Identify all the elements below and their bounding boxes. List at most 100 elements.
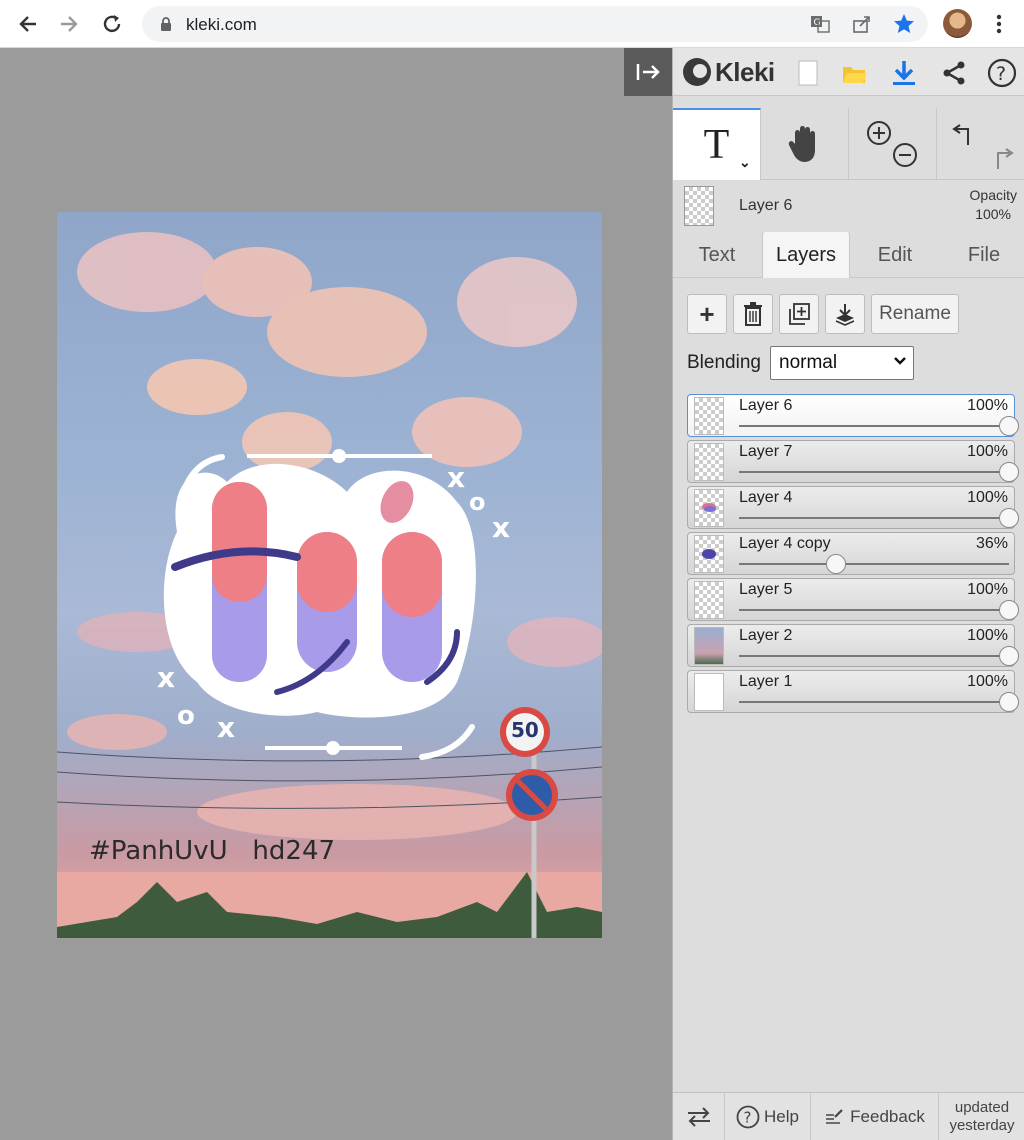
layer-name: Layer 6 — [739, 397, 793, 414]
blending-label: Blending — [687, 352, 761, 373]
plus-icon: + — [699, 298, 715, 329]
layer-item[interactable]: Layer 4 100% — [687, 486, 1019, 529]
address-bar[interactable]: kleki.com G — [142, 6, 928, 42]
tool-row: T ⌄ — [673, 108, 1024, 180]
layer-name: Layer 2 — [739, 627, 793, 644]
opacity-slider-track[interactable] — [739, 425, 1009, 427]
opacity-label: Opacity — [969, 187, 1017, 203]
svg-text:x: x — [157, 661, 175, 694]
opacity-slider-handle[interactable] — [999, 692, 1019, 712]
reload-icon[interactable] — [96, 8, 128, 40]
svg-text:?: ? — [744, 1109, 752, 1127]
svg-text:o: o — [469, 488, 486, 516]
canvas-workspace[interactable]: x o x x o x 50 #PanhUvU hd247 — [0, 48, 672, 1140]
panel-header: Kleki ? — [673, 48, 1024, 96]
layer-item[interactable]: Layer 5 100% — [687, 578, 1019, 621]
layer-name: Layer 5 — [739, 581, 793, 598]
svg-text:x: x — [447, 461, 465, 494]
bookmark-star-icon[interactable] — [892, 12, 916, 36]
new-image-icon[interactable] — [791, 56, 825, 90]
blending-row: Blending normal — [687, 346, 914, 380]
opacity-slider-track[interactable] — [739, 517, 1009, 519]
help-circle-icon[interactable]: ? — [985, 56, 1019, 90]
translate-icon[interactable]: G — [808, 12, 832, 36]
opacity-slider-handle[interactable] — [999, 646, 1019, 666]
opacity-slider-handle[interactable] — [999, 416, 1019, 436]
current-layer-thumbnail — [684, 186, 714, 226]
merge-down-icon — [835, 304, 855, 326]
chevron-down-icon[interactable]: ⌄ — [739, 154, 751, 171]
feedback-button[interactable]: Feedback — [811, 1093, 939, 1140]
forward-arrow-icon[interactable] — [53, 8, 85, 40]
swap-side-icon[interactable] — [673, 1093, 725, 1140]
kleki-logo-icon — [683, 58, 711, 86]
text-tool-label: T — [703, 122, 730, 168]
profile-avatar[interactable] — [943, 9, 972, 38]
opacity-slider-handle[interactable] — [826, 554, 847, 574]
layer-opacity: 100% — [967, 443, 1008, 460]
opacity-slider-track[interactable] — [739, 563, 1009, 565]
hand-icon[interactable] — [761, 108, 849, 180]
chevron-down-icon — [893, 351, 907, 376]
layer-item[interactable]: Layer 1 100% — [687, 670, 1019, 713]
share-page-icon[interactable] — [850, 12, 874, 36]
layer-item[interactable]: Layer 2 100% — [687, 624, 1019, 667]
opacity-slider-track[interactable] — [739, 655, 1009, 657]
layer-name: Layer 4 — [739, 489, 793, 506]
tab-edit[interactable]: Edit — [851, 232, 939, 278]
zoom-tools — [849, 108, 937, 180]
layer-thumbnail — [694, 673, 724, 711]
panel-footer: ? Help Feedback updated yesterday — [673, 1092, 1024, 1140]
updated-line1: updated — [954, 1099, 1010, 1116]
feedback-label: Feedback — [850, 1107, 925, 1126]
artwork-canvas[interactable]: x o x x o x 50 #PanhUvU hd247 — [57, 212, 602, 938]
layer-thumbnail — [694, 443, 724, 481]
opacity-slider-track[interactable] — [739, 471, 1009, 473]
delete-layer-button[interactable] — [733, 294, 773, 334]
tab-layers[interactable]: Layers — [762, 232, 850, 278]
layer-item[interactable]: Layer 6 100% — [687, 394, 1019, 437]
lock-icon — [161, 17, 171, 31]
blending-select[interactable]: normal — [770, 346, 914, 380]
share-icon[interactable] — [937, 56, 971, 90]
duplicate-layer-button[interactable] — [779, 294, 819, 334]
side-panel: Kleki ? T ⌄ Layer 6 Opacity 100% Text La… — [672, 48, 1024, 1140]
opacity-slider-track[interactable] — [739, 701, 1009, 703]
download-icon[interactable] — [887, 56, 921, 90]
panel-tabs: Text Layers Edit File — [673, 232, 1024, 278]
blending-value: normal — [779, 352, 838, 373]
rename-layer-button[interactable]: Rename — [871, 294, 959, 334]
layer-opacity: 100% — [967, 397, 1008, 414]
opacity-slider-track[interactable] — [739, 609, 1009, 611]
opacity-slider-handle[interactable] — [999, 600, 1019, 620]
browser-menu-icon[interactable] — [986, 8, 1012, 40]
tab-file[interactable]: File — [940, 232, 1024, 278]
layer-item[interactable]: Layer 4 copy 36% — [687, 532, 1015, 575]
opacity-value: 100% — [975, 206, 1011, 222]
merge-down-button[interactable] — [825, 294, 865, 334]
text-tool[interactable]: T ⌄ — [673, 108, 761, 180]
collapse-panel-icon[interactable] — [624, 48, 672, 96]
svg-text:o: o — [177, 701, 195, 731]
add-layer-button[interactable]: + — [687, 294, 727, 334]
open-folder-icon[interactable] — [837, 56, 871, 90]
kleki-logo[interactable]: Kleki — [683, 56, 775, 88]
zoom-in-icon[interactable] — [863, 119, 923, 169]
layer-thumbnail — [694, 535, 724, 573]
help-button[interactable]: ? Help — [725, 1093, 811, 1140]
undo-icon[interactable] — [948, 117, 1014, 171]
opacity-slider-handle[interactable] — [999, 462, 1019, 482]
layer-name: Layer 4 copy — [739, 535, 831, 552]
update-status[interactable]: updated yesterday — [939, 1093, 1024, 1140]
layer-opacity: 100% — [967, 673, 1008, 690]
svg-text:x: x — [492, 511, 510, 544]
layer-item[interactable]: Layer 7 100% — [687, 440, 1019, 483]
tab-text[interactable]: Text — [673, 232, 761, 278]
layer-opacity: 100% — [967, 489, 1008, 506]
help-label: Help — [764, 1107, 799, 1126]
speed-sign-number: 50 — [511, 718, 539, 742]
layer-name: Layer 1 — [739, 673, 793, 690]
opacity-slider-handle[interactable] — [999, 508, 1019, 528]
watermark-text: #PanhUvU hd247 — [89, 836, 336, 866]
back-arrow-icon[interactable] — [12, 8, 44, 40]
